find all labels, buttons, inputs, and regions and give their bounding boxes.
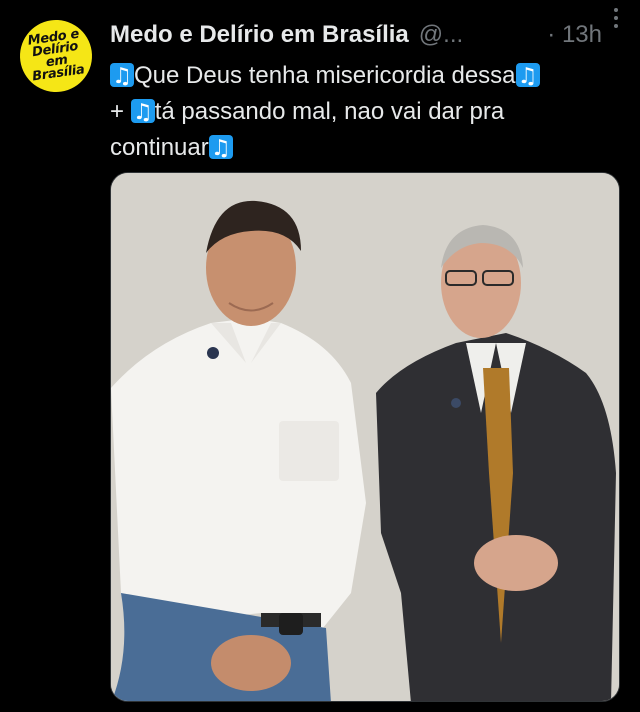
tweet-timestamp[interactable]: · 13h [547,21,602,49]
tweet-text-line-1: Que Deus tenha misericordia dessa [110,58,620,95]
tweet-text: Que Deus tenha misericordia dessa + tá p… [110,58,620,167]
photo-illustration [111,173,619,701]
tweet-text-line-2: + tá passando mal, nao vai dar pra [110,94,620,131]
musical-note-icon [110,59,134,95]
tweet-text-part-2: tá passando mal, nao vai dar pra [154,98,505,125]
musical-note-icon [515,59,540,95]
tweet-text-part-3: continuar [110,134,209,161]
more-options-icon[interactable] [606,8,626,28]
tweet-text-plus: + [110,98,125,125]
musical-note-icon [130,95,155,131]
musical-note-icon [208,131,233,167]
tweet-header: Medo e Delírio em Brasília @... · 13h [110,18,620,52]
author-avatar[interactable]: Medo e Delírio em Brasília [15,15,97,97]
author-handle[interactable]: @... [419,21,463,49]
avatar-logo-text: Medo e Delírio em Brasília [26,26,86,85]
tweet-text-part-1: Que Deus tenha misericordia dessa [134,62,516,89]
tweet-photo[interactable] [110,172,620,702]
author-name[interactable]: Medo e Delírio em Brasília [110,21,409,49]
tweet-text-line-3: continuar [110,130,620,167]
